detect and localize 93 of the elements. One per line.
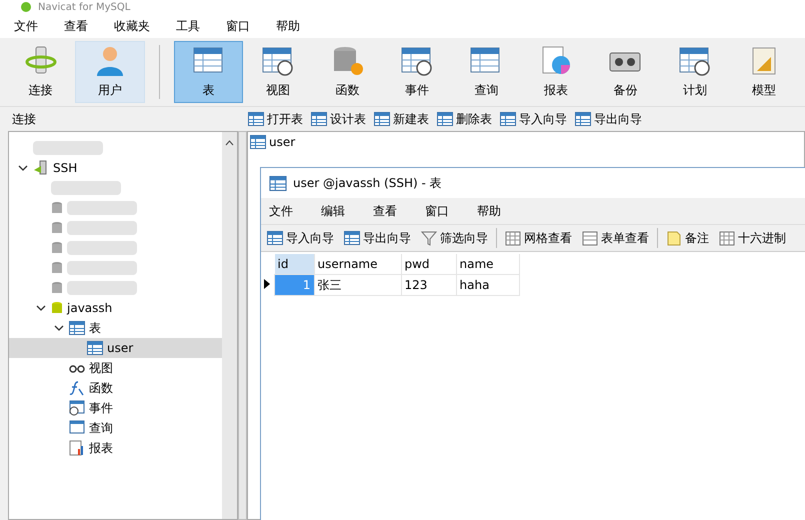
column-header[interactable]: id <box>274 254 314 274</box>
toolbar-button[interactable]: 导出向导 <box>342 228 413 248</box>
form-icon <box>582 230 598 246</box>
function-icon <box>69 380 85 396</box>
scrollbar[interactable] <box>222 132 237 519</box>
table-open-icon <box>248 112 264 126</box>
tree-item[interactable]: user <box>9 338 222 358</box>
object-action-button[interactable]: 新建表 <box>372 110 431 128</box>
blurred-label <box>67 241 137 255</box>
database-icon <box>51 241 63 255</box>
scroll-up-icon[interactable] <box>225 140 234 146</box>
toolbar-button[interactable]: 备注 <box>664 228 711 248</box>
tree-item[interactable]: SSH <box>9 158 222 178</box>
toolbar-button[interactable]: 计划 <box>660 41 730 103</box>
toolbar-button[interactable]: 表 <box>174 41 244 103</box>
toolbar-button[interactable]: 筛选向导 <box>419 228 490 248</box>
toolbar-button[interactable]: 表单查看 <box>580 228 651 248</box>
table-icon <box>269 176 287 190</box>
menu-item[interactable]: 帮助 <box>274 18 302 34</box>
toolbar-button[interactable]: 备份 <box>590 41 660 103</box>
toolbar-button[interactable]: 事件 <box>382 41 452 103</box>
table-icon <box>69 321 85 335</box>
database-icon <box>51 201 63 215</box>
tree-item[interactable]: 表 <box>9 318 222 338</box>
object-action-button[interactable]: 导出向导 <box>573 110 644 128</box>
chevron-down-icon[interactable] <box>54 324 64 332</box>
hex-grid-icon <box>719 230 735 246</box>
splitter-handle[interactable] <box>238 131 247 520</box>
app-logo-icon <box>20 1 32 13</box>
tree-item[interactable]: 事件 <box>9 398 222 418</box>
menu-item[interactable]: 文件 <box>267 202 295 220</box>
grid-icon <box>505 230 521 246</box>
object-action-button[interactable]: 删除表 <box>435 110 494 128</box>
window-title: Navicat for MySQL <box>38 2 130 12</box>
tree-item[interactable]: javassh <box>9 298 222 318</box>
table-cell[interactable]: 123 <box>401 274 456 296</box>
toolbar-button[interactable]: 导入向导 <box>265 228 336 248</box>
column-header[interactable]: pwd <box>401 254 456 274</box>
object-item[interactable]: user <box>248 132 298 152</box>
clock-window-icon <box>400 45 434 77</box>
clock-icon <box>69 400 85 416</box>
query-icon <box>69 420 85 436</box>
menu-item[interactable]: 窗口 <box>423 202 451 220</box>
note-icon <box>666 230 682 246</box>
blurred-label <box>67 281 137 295</box>
table-icon <box>250 135 266 149</box>
tree-item[interactable]: 查询 <box>9 418 222 438</box>
database-icon <box>51 281 63 295</box>
blurred-label <box>67 201 137 215</box>
current-row-icon <box>264 279 270 289</box>
menu-item[interactable]: 帮助 <box>475 202 503 220</box>
tree-item[interactable]: 函数 <box>9 378 222 398</box>
blurred-label <box>51 181 121 195</box>
toolbar-button[interactable]: 视图 <box>243 41 313 103</box>
toolbar-button[interactable]: 用户 <box>75 41 145 103</box>
database-icon <box>51 301 63 315</box>
menu-item[interactable]: 查看 <box>62 18 90 34</box>
blurred-label <box>67 261 137 275</box>
toolbar-button[interactable]: 报表 <box>521 41 591 103</box>
menu-item[interactable]: 文件 <box>12 18 40 34</box>
table-icon <box>87 341 103 355</box>
object-action-button[interactable]: 设计表 <box>309 110 368 128</box>
blurred-label <box>67 221 137 235</box>
chevron-down-icon[interactable] <box>36 304 46 312</box>
database-icon <box>51 261 63 275</box>
toolbar-button[interactable]: 模型 <box>730 41 799 103</box>
column-header[interactable]: name <box>456 254 519 274</box>
table-cell[interactable]: haha <box>456 274 519 296</box>
toolbar-button[interactable]: 函数 <box>312 41 382 103</box>
chevron-down-icon[interactable] <box>18 164 28 172</box>
panel-title: 连接 <box>11 110 37 128</box>
menu-item[interactable]: 收藏夹 <box>112 18 152 34</box>
column-header[interactable]: username <box>314 254 401 274</box>
tree-item[interactable]: 视图 <box>9 358 222 378</box>
connection-icon <box>33 160 49 176</box>
menu-item[interactable]: 编辑 <box>319 202 347 220</box>
table-cell[interactable]: 张三 <box>314 274 401 296</box>
report-icon <box>69 440 85 456</box>
window-title: user @javassh (SSH) - 表 <box>293 174 442 192</box>
object-action-button[interactable]: 打开表 <box>246 110 305 128</box>
toolbar-button[interactable]: 网格查看 <box>503 228 574 248</box>
menu-item[interactable]: 工具 <box>174 18 202 34</box>
toolbar-button[interactable]: 连接 <box>6 41 76 103</box>
menu-item[interactable]: 窗口 <box>224 18 252 34</box>
database-icon <box>51 221 63 235</box>
glasses-icon <box>69 363 85 373</box>
toolbar-button[interactable]: 查询 <box>452 41 522 103</box>
object-action-button[interactable]: 导入向导 <box>498 110 569 128</box>
blurred-label <box>33 141 103 155</box>
tree-item[interactable]: 报表 <box>9 438 222 458</box>
toolbar-button[interactable]: 十六进制 <box>717 228 788 248</box>
funnel-icon <box>421 230 437 246</box>
menu-item[interactable]: 查看 <box>371 202 399 220</box>
